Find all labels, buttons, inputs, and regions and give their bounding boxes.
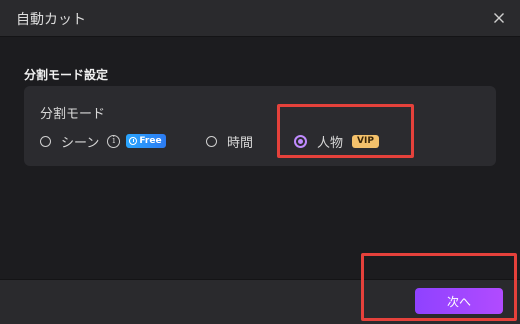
option-scene-label: シーン — [61, 135, 100, 151]
free-badge: Free — [126, 134, 166, 148]
option-time-label: 時間 — [227, 135, 254, 151]
split-mode-label: 分割モード — [40, 107, 106, 122]
highlight-box-person — [277, 104, 414, 158]
split-mode-panel: 分割モード シーン i Free 時間 人物 VIP — [24, 86, 496, 166]
radio-time[interactable] — [206, 135, 217, 147]
option-time[interactable]: 時間 — [206, 132, 254, 151]
auto-cut-dialog: 自動カット 分割モード設定 分割モード シーン i Free 時間 人物 VIP — [0, 0, 520, 324]
clock-icon — [129, 137, 138, 145]
title-bar: 自動カット — [0, 0, 520, 37]
close-icon — [494, 13, 504, 23]
close-button[interactable] — [490, 9, 508, 27]
info-icon[interactable]: i — [107, 134, 121, 148]
section-title: 分割モード設定 — [24, 68, 109, 82]
dialog-title: 自動カット — [16, 12, 86, 28]
free-badge-label: Free — [139, 136, 162, 146]
radio-scene[interactable] — [40, 135, 51, 147]
highlight-box-next — [361, 253, 517, 321]
option-scene[interactable]: シーン i Free — [40, 132, 166, 151]
